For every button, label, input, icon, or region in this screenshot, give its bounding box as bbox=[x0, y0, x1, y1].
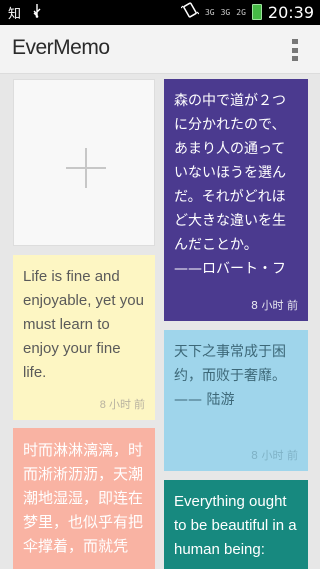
status-bar: 知 3G 3G 2G 20:39 bbox=[0, 0, 320, 25]
add-note-button[interactable] bbox=[13, 79, 155, 246]
notification-text: 知 bbox=[8, 7, 22, 22]
note-text: 森の中で道が２つに分かれたので、あまり人の通っていないほうを選んだ。それがどれほ… bbox=[174, 93, 286, 277]
signal-3g-icon: 3G bbox=[204, 7, 215, 17]
signal-2g-icon: 2G bbox=[236, 7, 246, 17]
note-text: Everything ought to be beautiful in a hu… bbox=[174, 493, 301, 558]
note-card[interactable]: 森の中で道が２つに分かれたので、あまり人の通っていないほうを選んだ。それがどれほ… bbox=[164, 79, 308, 321]
vibrate-icon bbox=[180, 2, 200, 22]
action-bar: EverMemo bbox=[0, 25, 320, 74]
clock: 20:39 bbox=[267, 2, 314, 22]
plus-icon-vertical bbox=[85, 148, 87, 188]
note-timestamp: 8 小时 前 bbox=[251, 449, 298, 462]
note-text: Life is fine and enjoyable, yet you must… bbox=[23, 268, 149, 381]
app-title: EverMemo bbox=[12, 36, 110, 59]
note-timestamp: 8 小时 前 bbox=[251, 299, 298, 312]
note-card[interactable]: Life is fine and enjoyable, yet you must… bbox=[13, 255, 155, 420]
note-text: 天下之事常成于困约，而败于奢靡。 —— 陆游 bbox=[174, 344, 286, 408]
note-card[interactable]: 时而淋淋漓漓，时而淅淅沥沥，天潮潮地湿湿，即连在梦里，也似乎有把伞撑着，而就凭 bbox=[13, 428, 155, 569]
note-card[interactable]: 天下之事常成于困约，而败于奢靡。 —— 陆游 8 小时 前 bbox=[164, 330, 308, 471]
battery-icon bbox=[251, 4, 262, 20]
note-text: 时而淋淋漓漓，时而淅淅沥沥，天潮潮地湿湿，即连在梦里，也似乎有把伞撑着，而就凭 bbox=[23, 441, 144, 555]
note-card[interactable]: Everything ought to be beautiful in a hu… bbox=[164, 480, 308, 569]
overflow-menu-icon[interactable] bbox=[292, 39, 298, 61]
note-timestamp: 8 小时 前 bbox=[99, 399, 145, 411]
signal-3g-secondary-icon: 3G bbox=[220, 7, 231, 17]
usb-icon bbox=[31, 3, 43, 22]
